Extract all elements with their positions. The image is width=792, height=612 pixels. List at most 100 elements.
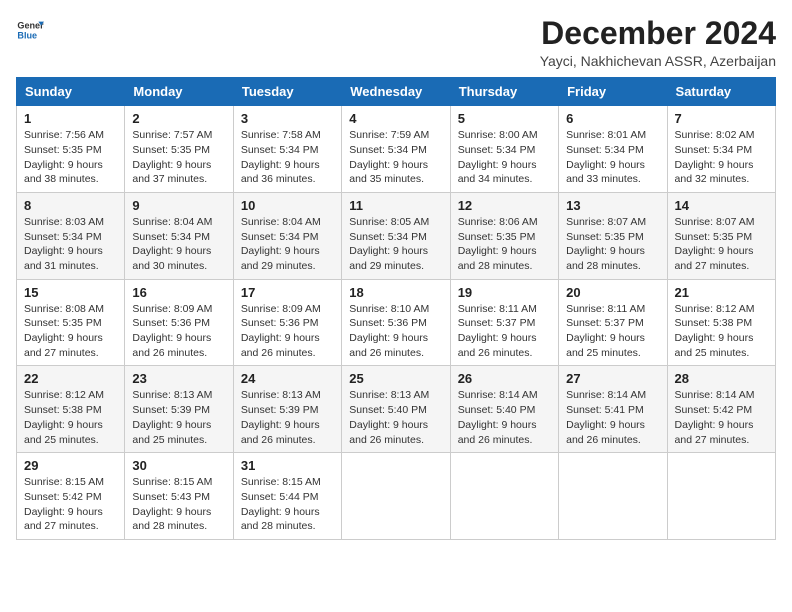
calendar-cell: 17Sunrise: 8:09 AMSunset: 5:36 PMDayligh… bbox=[233, 279, 341, 366]
day-info: Sunrise: 7:59 AMSunset: 5:34 PMDaylight:… bbox=[349, 128, 442, 187]
calendar-cell bbox=[667, 453, 775, 540]
day-info: Sunrise: 8:04 AMSunset: 5:34 PMDaylight:… bbox=[132, 215, 225, 274]
subtitle: Yayci, Nakhichevan ASSR, Azerbaijan bbox=[540, 53, 776, 69]
day-number: 25 bbox=[349, 371, 442, 386]
svg-text:Blue: Blue bbox=[17, 30, 37, 40]
day-info: Sunrise: 8:15 AMSunset: 5:43 PMDaylight:… bbox=[132, 475, 225, 534]
day-number: 3 bbox=[241, 111, 334, 126]
day-info: Sunrise: 8:06 AMSunset: 5:35 PMDaylight:… bbox=[458, 215, 551, 274]
day-number: 21 bbox=[675, 285, 768, 300]
day-number: 1 bbox=[24, 111, 117, 126]
day-number: 29 bbox=[24, 458, 117, 473]
calendar-cell bbox=[450, 453, 558, 540]
calendar-cell: 24 Sunrise: 8:13 AMSunset: 5:39 PMDayligh… bbox=[233, 366, 341, 453]
day-info: Sunrise: 8:11 AMSunset: 5:37 PMDaylight:… bbox=[458, 302, 551, 361]
calendar-cell bbox=[342, 453, 450, 540]
day-info: Sunrise: 8:10 AMSunset: 5:36 PMDaylight:… bbox=[349, 302, 442, 361]
calendar-cell: 8 Sunrise: 8:03 AMSunset: 5:34 PMDaylight… bbox=[17, 192, 125, 279]
day-number: 9 bbox=[132, 198, 225, 213]
title-block: December 2024 Yayci, Nakhichevan ASSR, A… bbox=[540, 16, 776, 69]
logo: General Blue bbox=[16, 16, 44, 44]
weekday-header: Tuesday bbox=[233, 78, 341, 106]
day-info: Sunrise: 8:03 AMSunset: 5:34 PMDaylight:… bbox=[24, 215, 117, 274]
day-number: 12 bbox=[458, 198, 551, 213]
day-number: 16 bbox=[132, 285, 225, 300]
weekday-header: Monday bbox=[125, 78, 233, 106]
day-number: 24 bbox=[241, 371, 334, 386]
calendar-cell: 28 Sunrise: 8:14 AMSunset: 5:42 PMDayligh… bbox=[667, 366, 775, 453]
day-info: Sunrise: 8:01 AMSunset: 5:34 PMDaylight:… bbox=[566, 128, 659, 187]
weekday-header: Wednesday bbox=[342, 78, 450, 106]
calendar-cell: 27 Sunrise: 8:14 AMSunset: 5:41 PMDayligh… bbox=[559, 366, 667, 453]
calendar-cell: 7 Sunrise: 8:02 AMSunset: 5:34 PMDaylight… bbox=[667, 106, 775, 193]
day-number: 27 bbox=[566, 371, 659, 386]
day-info: Sunrise: 7:58 AMSunset: 5:34 PMDaylight:… bbox=[241, 128, 334, 187]
calendar-cell: 29 Sunrise: 8:15 AMSunset: 5:42 PMDayligh… bbox=[17, 453, 125, 540]
day-number: 4 bbox=[349, 111, 442, 126]
day-info: Sunrise: 8:12 AMSunset: 5:38 PMDaylight:… bbox=[24, 388, 117, 447]
day-number: 7 bbox=[675, 111, 768, 126]
day-number: 23 bbox=[132, 371, 225, 386]
day-number: 6 bbox=[566, 111, 659, 126]
day-number: 31 bbox=[241, 458, 334, 473]
weekday-header: Thursday bbox=[450, 78, 558, 106]
day-number: 13 bbox=[566, 198, 659, 213]
day-info: Sunrise: 8:04 AMSunset: 5:34 PMDaylight:… bbox=[241, 215, 334, 274]
calendar-cell: 22 Sunrise: 8:12 AMSunset: 5:38 PMDayligh… bbox=[17, 366, 125, 453]
weekday-header: Saturday bbox=[667, 78, 775, 106]
calendar-cell: 12 Sunrise: 8:06 AMSunset: 5:35 PMDayligh… bbox=[450, 192, 558, 279]
calendar-week-row: 22 Sunrise: 8:12 AMSunset: 5:38 PMDayligh… bbox=[17, 366, 776, 453]
day-info: Sunrise: 7:56 AMSunset: 5:35 PMDaylight:… bbox=[24, 128, 117, 187]
weekday-header: Friday bbox=[559, 78, 667, 106]
day-info: Sunrise: 8:15 AMSunset: 5:42 PMDaylight:… bbox=[24, 475, 117, 534]
day-number: 30 bbox=[132, 458, 225, 473]
weekday-header: Sunday bbox=[17, 78, 125, 106]
day-number: 28 bbox=[675, 371, 768, 386]
calendar-cell: 25Sunrise: 8:13 AMSunset: 5:40 PMDayligh… bbox=[342, 366, 450, 453]
day-info: Sunrise: 8:00 AMSunset: 5:34 PMDaylight:… bbox=[458, 128, 551, 187]
day-info: Sunrise: 8:11 AMSunset: 5:37 PMDaylight:… bbox=[566, 302, 659, 361]
calendar-cell: 9 Sunrise: 8:04 AMSunset: 5:34 PMDaylight… bbox=[125, 192, 233, 279]
day-info: Sunrise: 8:08 AMSunset: 5:35 PMDaylight:… bbox=[24, 302, 117, 361]
day-info: Sunrise: 8:14 AMSunset: 5:42 PMDaylight:… bbox=[675, 388, 768, 447]
calendar-cell: 18 Sunrise: 8:10 AMSunset: 5:36 PMDayligh… bbox=[342, 279, 450, 366]
calendar-cell: 14 Sunrise: 8:07 AMSunset: 5:35 PMDayligh… bbox=[667, 192, 775, 279]
calendar-cell bbox=[559, 453, 667, 540]
day-number: 14 bbox=[675, 198, 768, 213]
calendar-week-row: 29 Sunrise: 8:15 AMSunset: 5:42 PMDayligh… bbox=[17, 453, 776, 540]
day-number: 8 bbox=[24, 198, 117, 213]
day-info: Sunrise: 8:07 AMSunset: 5:35 PMDaylight:… bbox=[675, 215, 768, 274]
day-number: 15 bbox=[24, 285, 117, 300]
day-number: 22 bbox=[24, 371, 117, 386]
day-info: Sunrise: 8:14 AMSunset: 5:40 PMDaylight:… bbox=[458, 388, 551, 447]
calendar-cell: 26Sunrise: 8:14 AMSunset: 5:40 PMDayligh… bbox=[450, 366, 558, 453]
calendar-cell: 31Sunrise: 8:15 AMSunset: 5:44 PMDayligh… bbox=[233, 453, 341, 540]
day-number: 5 bbox=[458, 111, 551, 126]
calendar-week-row: 8 Sunrise: 8:03 AMSunset: 5:34 PMDaylight… bbox=[17, 192, 776, 279]
day-number: 11 bbox=[349, 198, 442, 213]
day-number: 10 bbox=[241, 198, 334, 213]
calendar-cell: 30 Sunrise: 8:15 AMSunset: 5:43 PMDayligh… bbox=[125, 453, 233, 540]
calendar-cell: 15 Sunrise: 8:08 AMSunset: 5:35 PMDayligh… bbox=[17, 279, 125, 366]
day-info: Sunrise: 8:13 AMSunset: 5:39 PMDaylight:… bbox=[132, 388, 225, 447]
page-header: General Blue December 2024 Yayci, Nakhic… bbox=[16, 16, 776, 69]
calendar-header-row: SundayMondayTuesdayWednesdayThursdayFrid… bbox=[17, 78, 776, 106]
day-info: Sunrise: 7:57 AMSunset: 5:35 PMDaylight:… bbox=[132, 128, 225, 187]
day-info: Sunrise: 8:07 AMSunset: 5:35 PMDaylight:… bbox=[566, 215, 659, 274]
calendar-cell: 6 Sunrise: 8:01 AMSunset: 5:34 PMDaylight… bbox=[559, 106, 667, 193]
calendar-cell: 2Sunrise: 7:57 AMSunset: 5:35 PMDaylight… bbox=[125, 106, 233, 193]
calendar-table: SundayMondayTuesdayWednesdayThursdayFrid… bbox=[16, 77, 776, 540]
calendar-cell: 21Sunrise: 8:12 AMSunset: 5:38 PMDayligh… bbox=[667, 279, 775, 366]
day-info: Sunrise: 8:13 AMSunset: 5:39 PMDaylight:… bbox=[241, 388, 334, 447]
calendar-cell: 16 Sunrise: 8:09 AMSunset: 5:36 PMDayligh… bbox=[125, 279, 233, 366]
day-info: Sunrise: 8:09 AMSunset: 5:36 PMDaylight:… bbox=[132, 302, 225, 361]
day-info: Sunrise: 8:05 AMSunset: 5:34 PMDaylight:… bbox=[349, 215, 442, 274]
day-info: Sunrise: 8:14 AMSunset: 5:41 PMDaylight:… bbox=[566, 388, 659, 447]
calendar-cell: 3 Sunrise: 7:58 AMSunset: 5:34 PMDaylight… bbox=[233, 106, 341, 193]
day-info: Sunrise: 8:02 AMSunset: 5:34 PMDaylight:… bbox=[675, 128, 768, 187]
calendar-week-row: 15 Sunrise: 8:08 AMSunset: 5:35 PMDayligh… bbox=[17, 279, 776, 366]
calendar-cell: 5 Sunrise: 8:00 AMSunset: 5:34 PMDaylight… bbox=[450, 106, 558, 193]
day-number: 18 bbox=[349, 285, 442, 300]
logo-icon: General Blue bbox=[16, 16, 44, 44]
main-title: December 2024 bbox=[540, 16, 776, 51]
